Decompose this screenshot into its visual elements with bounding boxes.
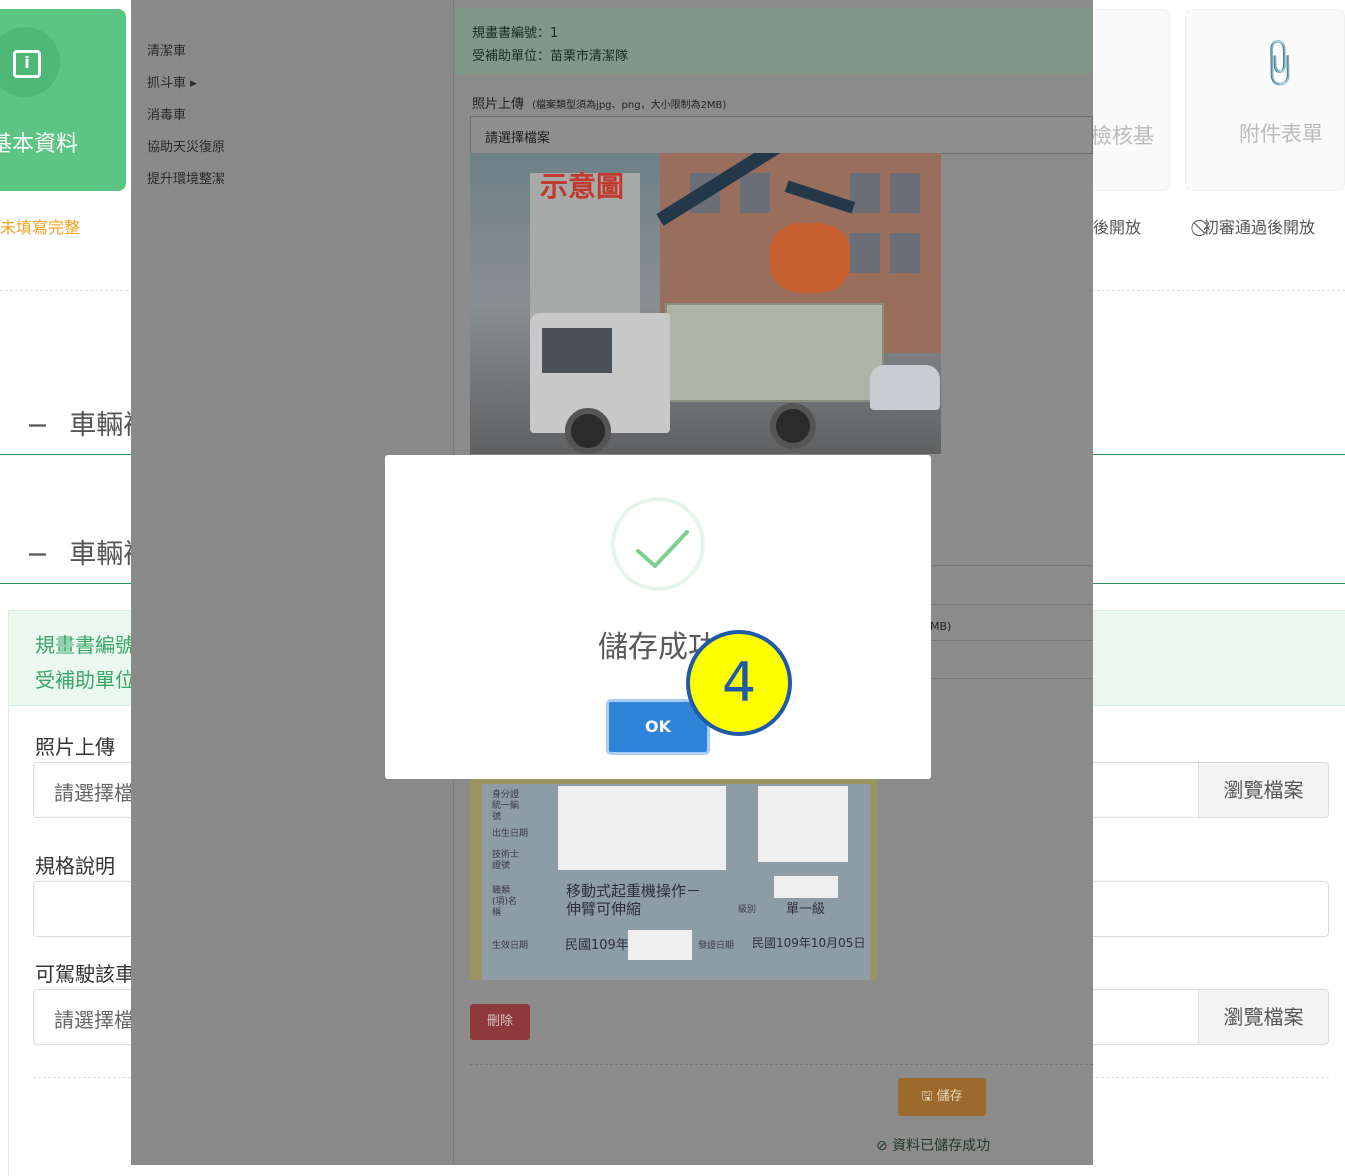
step-label-attachments: 附件表單 — [1239, 122, 1323, 146]
side-menu-item[interactable]: 清潔車 — [147, 40, 186, 59]
side-menu-item[interactable]: 消毒車 — [147, 104, 186, 123]
save-button[interactable]: 🖫 儲存 — [898, 1078, 986, 1116]
side-menu-item[interactable]: 提升環境整潔 — [147, 168, 225, 187]
photo-upload-label: 照片上傳 — [35, 735, 115, 759]
step-card-attachments[interactable]: 📎 附件表單 — [1185, 9, 1345, 191]
checkmark-icon — [636, 530, 689, 568]
inner-plan-info — [455, 8, 1091, 74]
collapse-toggle[interactable]: − — [26, 410, 49, 441]
browse-button-photo[interactable]: 瀏覽檔案 — [1198, 762, 1329, 818]
step-card-basic-info[interactable]: i 基本資料 — [0, 9, 126, 191]
saved-message: ⊘ 資料已儲存成功 — [876, 1138, 991, 1154]
inner-hint-tail: MB) — [930, 620, 952, 633]
dialog-title: 儲存成功 — [598, 630, 718, 665]
sample-watermark: 示意圖 — [540, 170, 625, 203]
inner-plan-number: 規畫書編號：1 — [472, 26, 559, 41]
collapse-toggle[interactable]: − — [26, 539, 49, 570]
plan-number-label: 規畫書編號 — [35, 633, 135, 657]
browse-button-driver[interactable]: 瀏覽檔案 — [1198, 989, 1329, 1045]
step-status-check: 後開放 — [1093, 218, 1142, 237]
truck-photo: 示意圖 — [470, 153, 941, 454]
spec-label: 規格說明 — [35, 854, 115, 878]
step-card-check[interactable]: 檢核基 — [1080, 9, 1170, 191]
side-menu-item[interactable]: 協助天災復原 — [147, 136, 225, 155]
paperclip-icon: 📎 — [1250, 35, 1309, 93]
inner-unit: 受補助單位：苗栗市清潔隊 — [472, 49, 629, 64]
step-status-attachments: ⃠初審通過後開放 — [1203, 218, 1316, 237]
driver-label: 可駕駛該車 — [35, 962, 135, 986]
step-status-basic-info: 未填寫完整 — [0, 218, 81, 237]
inner-photo-label: 照片上傳 (檔案類型須為jpg、png，大小限制為2MB) — [472, 97, 727, 112]
inner-file-input[interactable]: 請選擇檔案 — [470, 116, 1093, 154]
step-label-check: 檢核基 — [1091, 124, 1154, 148]
delete-button[interactable]: 刪除 — [470, 1004, 530, 1040]
info-icon: i — [13, 50, 41, 78]
step-label-basic-info: 基本資料 — [0, 132, 79, 157]
license-photo: 身分證統一編號 出生日期 技術士證號 職類(項)名稱 移動式起重機操作－ 伸臂可… — [470, 778, 877, 980]
step-number-marker: 4 — [686, 630, 792, 736]
side-menu-item[interactable]: 抓斗車 ▸ — [147, 72, 197, 91]
unit-label: 受補助單位 — [35, 668, 135, 692]
inner-divider — [470, 1064, 1093, 1065]
